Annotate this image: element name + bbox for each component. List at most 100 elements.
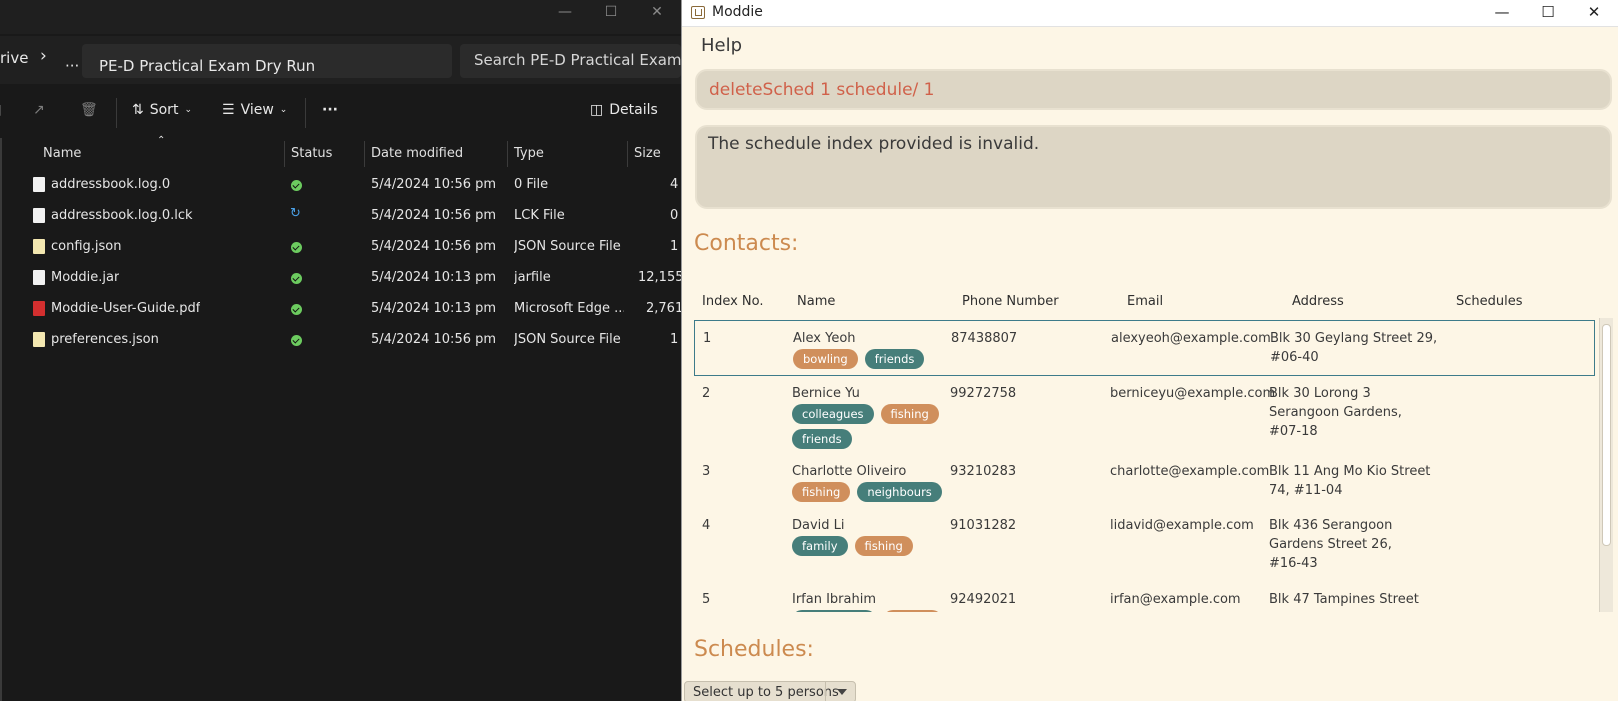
breadcrumb-folder[interactable]: PE-D Practical Exam Dry Run [99, 57, 315, 75]
contact-phone: 93210283 [950, 464, 1017, 479]
file-row[interactable]: Moddie-User-Guide.pdf 5/4/2024 10:13 pm … [0, 294, 681, 325]
app-logo-icon [691, 6, 705, 19]
contact-address: Blk 30 Lorong 3 Serangoon Gardens, #07-1… [1269, 384, 1402, 441]
address-line: Blk 436 Serangoon [1269, 518, 1393, 533]
contact-card[interactable]: 2 Bernice Yu colleagues fishing friends … [694, 376, 1595, 454]
delete-icon[interactable]: 🗑 [80, 102, 98, 118]
command-input[interactable]: deleteSched 1 schedule/ 1 [695, 69, 1612, 110]
contact-card[interactable]: 3 Charlotte Oliveiro fishing neighbours … [694, 454, 1595, 508]
file-row[interactable]: config.json 5/4/2024 10:56 pm JSON Sourc… [0, 232, 681, 263]
tag: fishing [854, 536, 913, 556]
tag-list: fishing neighbours [792, 482, 942, 502]
file-row[interactable]: preferences.json 5/4/2024 10:56 pm JSON … [0, 325, 681, 356]
contact-list[interactable]: 1 Alex Yeoh bowling friends 87438807 ale… [694, 318, 1595, 612]
search-placeholder: Search PE-D Practical Exam Dr [474, 51, 681, 69]
minimize-icon[interactable]: — [1479, 0, 1525, 26]
search-input[interactable]: Search PE-D Practical Exam Dr [460, 44, 681, 78]
address-line: Blk 30 Geylang Street 29, [1270, 331, 1438, 346]
tag: friends [792, 429, 852, 449]
contact-phone: 91031282 [950, 518, 1017, 533]
contact-name: Irfan Ibrahim [792, 592, 877, 607]
contact-index: 3 [702, 464, 711, 479]
view-button[interactable]: ☰ View ⌄ [222, 102, 287, 118]
file-list-header: ⌃ Name Status Date modified Type Size [0, 135, 681, 168]
file-size: 2,761 [646, 301, 681, 316]
file-date: 5/4/2024 10:56 pm [371, 239, 497, 254]
column-divider[interactable] [627, 141, 628, 167]
pdf-file-icon [33, 301, 45, 316]
contact-email: lidavid@example.com [1110, 518, 1254, 533]
column-divider[interactable] [284, 141, 285, 167]
contact-name: Bernice Yu [792, 386, 860, 401]
column-type[interactable]: Type [514, 146, 544, 161]
sort-button[interactable]: ⇅ Sort ⌄ [132, 102, 192, 118]
details-button[interactable]: ◫ Details [590, 102, 658, 118]
more-options-button[interactable]: ··· [322, 102, 338, 118]
header-index: Index No. [702, 294, 764, 309]
file-row[interactable]: Moddie.jar 5/4/2024 10:13 pm jarfile 12,… [0, 263, 681, 294]
tag-list: colleagues fishing friends [792, 404, 942, 449]
file-icon [33, 208, 45, 223]
file-date: 5/4/2024 10:56 pm [371, 208, 497, 223]
scrollbar-thumb[interactable] [1602, 324, 1611, 546]
file-row[interactable]: addressbook.log.0.lck ↻ 5/4/2024 10:56 p… [0, 201, 681, 232]
file-name: preferences.json [51, 332, 159, 347]
ellipsis-icon[interactable]: ··· [65, 57, 79, 75]
maximize-icon[interactable]: ☐ [588, 0, 634, 24]
tag: colleagues [792, 404, 874, 424]
column-size[interactable]: Size [634, 146, 661, 161]
contact-card[interactable]: 4 David Li family fishing 91031282 lidav… [694, 508, 1595, 582]
header-address: Address [1292, 294, 1344, 309]
minimize-icon[interactable]: — [542, 0, 588, 24]
column-status[interactable]: Status [291, 146, 332, 161]
tag: fishing [792, 482, 851, 502]
contact-phone: 99272758 [950, 386, 1017, 401]
file-type: 0 File [514, 177, 549, 192]
file-type: JSON Source File [514, 332, 621, 347]
file-row[interactable]: addressbook.log.0 5/4/2024 10:56 pm 0 Fi… [0, 170, 681, 201]
address-line: Serangoon Gardens, [1269, 405, 1402, 420]
contact-name: David Li [792, 518, 845, 533]
file-size: 1 [670, 332, 679, 347]
header-phone: Phone Number [962, 294, 1059, 309]
close-icon[interactable]: ✕ [634, 0, 680, 24]
column-name[interactable]: Name [43, 146, 81, 161]
rename-icon[interactable]: ▯ [0, 102, 2, 118]
synced-check-icon [291, 180, 302, 191]
contact-card[interactable]: 5 Irfan Ibrahim classmates fishing 92492… [694, 582, 1595, 612]
contact-list-scrollbar[interactable] [1599, 318, 1613, 612]
result-text: The schedule index provided is invalid. [708, 134, 1040, 154]
file-size: 12,155 [638, 270, 681, 285]
tag: fishing [883, 610, 942, 612]
close-icon[interactable]: ✕ [1571, 0, 1617, 26]
contact-name: Charlotte Oliveiro [792, 464, 907, 479]
tag: friends [864, 349, 925, 369]
person-select-dropdown[interactable]: Select up to 5 persons [684, 681, 856, 701]
address-row: rive › ··· PE-D Practical Exam Dry Run S… [0, 36, 681, 84]
tag: fishing [880, 404, 939, 424]
address-line: #07-18 [1269, 424, 1318, 439]
address-bar[interactable]: ··· PE-D Practical Exam Dry Run [65, 44, 452, 78]
address-line: Blk 11 Ang Mo Kio Street [1269, 464, 1431, 479]
sort-ascending-icon: ⌃ [157, 135, 166, 146]
breadcrumb-drive[interactable]: rive [0, 49, 28, 67]
moddie-window: Moddie — ☐ ✕ Help deleteSched 1 schedule… [681, 0, 1618, 701]
command-text: deleteSched 1 schedule/ 1 [709, 80, 935, 100]
column-divider[interactable] [507, 141, 508, 167]
column-date-modified[interactable]: Date modified [371, 146, 463, 161]
help-menu[interactable]: Help [701, 35, 742, 56]
explorer-titlebar: — ☐ ✕ [0, 0, 681, 34]
contact-address: Blk 47 Tampines Street [1269, 590, 1419, 609]
maximize-icon[interactable]: ☐ [1525, 0, 1571, 26]
contact-card[interactable]: 1 Alex Yeoh bowling friends 87438807 ale… [694, 320, 1595, 376]
chevron-down-icon[interactable] [825, 682, 856, 701]
result-display: The schedule index provided is invalid. [695, 125, 1612, 209]
share-icon[interactable]: ↗ [33, 102, 45, 118]
tag: neighbours [857, 482, 942, 502]
file-name: Moddie-User-Guide.pdf [51, 301, 201, 316]
view-label: View [240, 102, 274, 118]
column-divider[interactable] [364, 141, 365, 167]
toolbar-divider [116, 98, 117, 128]
contact-email: charlotte@example.com [1110, 464, 1270, 479]
jar-file-icon [33, 270, 45, 285]
